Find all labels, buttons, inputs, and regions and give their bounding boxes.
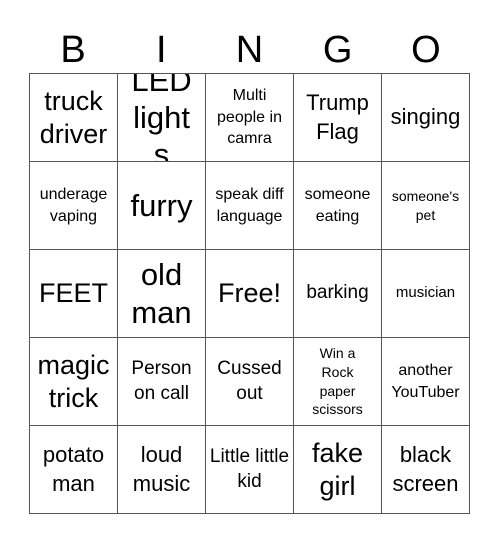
cell-text: black screen	[392, 441, 459, 496]
cell-text: another YouTuber	[391, 361, 460, 401]
bingo-cell[interactable]: LED lights	[118, 74, 206, 162]
bingo-cell[interactable]: fake girl	[294, 426, 382, 514]
header-letter-o: O	[411, 29, 441, 71]
bingo-cell[interactable]: another YouTuber	[382, 338, 470, 426]
cell-text: Little little kid	[209, 445, 290, 492]
bingo-cell[interactable]: someone eating	[294, 162, 382, 250]
bingo-cell[interactable]: magic trick	[30, 338, 118, 426]
bingo-cell[interactable]: underage vaping	[30, 162, 118, 250]
bingo-cell[interactable]: truck driver	[30, 74, 118, 162]
cell-text: potato man	[42, 441, 105, 496]
bingo-cell[interactable]: black screen	[382, 426, 470, 514]
cell-text: singing	[390, 104, 461, 130]
bingo-cell[interactable]: furry	[118, 162, 206, 250]
cell-text: Win a Rock paper scissors	[312, 344, 363, 418]
bingo-cell[interactable]: musician	[382, 250, 470, 338]
bingo-cell[interactable]: speak diff language	[206, 162, 294, 250]
cell-text: someone eating	[304, 185, 371, 225]
bingo-cell[interactable]: Cussed out	[206, 338, 294, 426]
bingo-grid: truck driver LED lights Multi people in …	[29, 73, 470, 514]
cell-text: speak diff language	[215, 185, 284, 225]
cell-text: magic trick	[37, 350, 110, 413]
cell-text: barking	[306, 282, 369, 304]
cell-text: old man	[131, 257, 192, 330]
bingo-cell[interactable]: loud music	[118, 426, 206, 514]
bingo-cell[interactable]: potato man	[30, 426, 118, 514]
cell-text: musician	[395, 284, 456, 302]
bingo-cell[interactable]: someone's pet	[382, 162, 470, 250]
header-letter-g: G	[322, 29, 353, 71]
cell-text: LED lights	[131, 74, 192, 162]
cell-text: Cussed out	[217, 357, 282, 404]
bingo-cell[interactable]: singing	[382, 74, 470, 162]
cell-text: Trump Flag	[306, 89, 369, 144]
bingo-cell[interactable]: Trump Flag	[294, 74, 382, 162]
cell-text: FEET	[38, 278, 108, 309]
bingo-header: B I N G O	[29, 28, 470, 73]
cell-text: Person on call	[131, 357, 192, 404]
cell-text: underage vaping	[39, 185, 108, 225]
bingo-cell[interactable]: Win a Rock paper scissors	[294, 338, 382, 426]
bingo-cell[interactable]: Person on call	[118, 338, 206, 426]
header-letter-b: B	[60, 29, 86, 71]
bingo-cell[interactable]: FEET	[30, 250, 118, 338]
cell-text: truck driver	[39, 86, 108, 149]
header-letter-n: N	[235, 29, 264, 71]
bingo-cell[interactable]: old man	[118, 250, 206, 338]
bingo-cell[interactable]: Little little kid	[206, 426, 294, 514]
cell-text: fake girl	[311, 438, 364, 501]
header-letter-i: I	[156, 29, 167, 71]
free-space-text: Free!	[217, 278, 282, 309]
cell-text: Multi people in camra	[217, 87, 282, 148]
cell-text: furry	[130, 187, 193, 223]
bingo-cell[interactable]: Multi people in camra	[206, 74, 294, 162]
cell-text: loud music	[132, 441, 191, 496]
bingo-cell[interactable]: barking	[294, 250, 382, 338]
free-space-cell[interactable]: Free!	[206, 250, 294, 338]
cell-text: someone's pet	[391, 187, 460, 223]
